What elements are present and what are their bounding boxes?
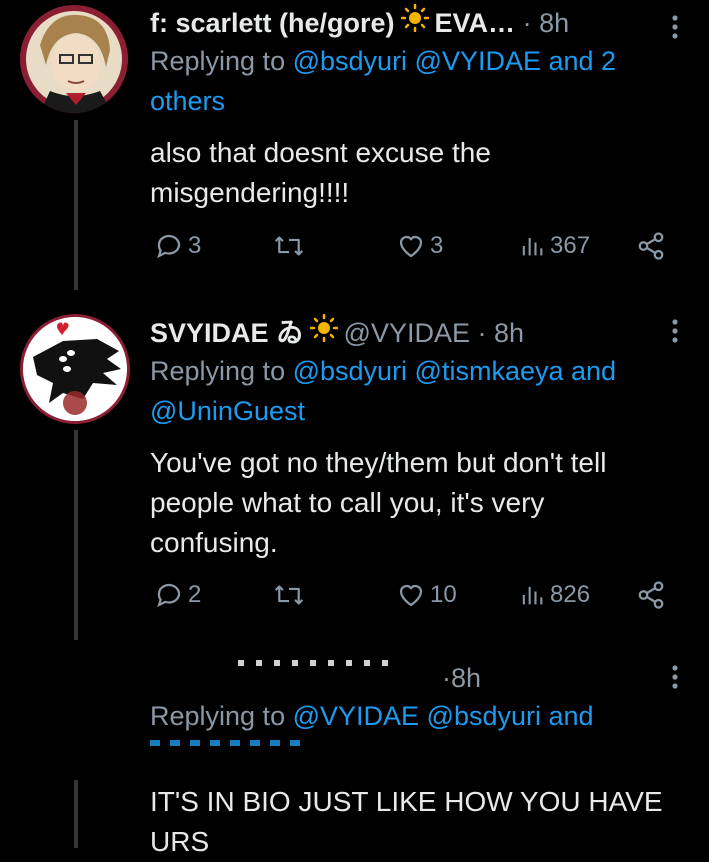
tweet-header: SVYIDAE ゐ @VYIDAE · 8h	[150, 313, 679, 351]
replying-prefix: Replying to	[150, 46, 286, 76]
like-button[interactable]: 3	[396, 231, 443, 261]
sun-emoji-icon	[400, 3, 429, 41]
avatar[interactable]	[20, 5, 128, 113]
view-count: 826	[550, 581, 591, 608]
replying-to: Replying to @VYIDAE @bsdyuri and	[150, 696, 679, 736]
retweet-button[interactable]	[272, 231, 306, 261]
replying-to: Replying to @bsdyuri @tismkaeya and @Uni…	[150, 351, 679, 431]
separator-dot: ·	[515, 7, 540, 38]
tweet-text-line: misgendering!!!!	[150, 177, 350, 208]
reply-button[interactable]: 2	[154, 580, 201, 610]
reply-count: 2	[188, 581, 202, 608]
reply-button[interactable]: 3	[154, 231, 201, 261]
tweet-text-line: people what to call you, it's very	[150, 487, 545, 518]
reply-mentions[interactable]: @bsdyuri @VYIDAE and 2	[293, 46, 616, 76]
sun-emoji-icon	[309, 313, 338, 351]
tweet-text-line: confusing.	[150, 527, 278, 558]
heart-icon	[399, 584, 423, 607]
tweet-text-line: also that doesnt excuse the	[150, 137, 491, 168]
timestamp[interactable]: 8h	[451, 660, 481, 696]
display-name-suffix[interactable]: EVA…	[435, 5, 516, 41]
retweet-icon	[274, 236, 304, 256]
tweet-text: You've got no they/them but don't tell p…	[150, 443, 679, 563]
tweet[interactable]: SVYIDAE ゐ @VYIDAE · 8h Replying to @bsdy…	[0, 300, 709, 650]
replying-to: Replying to @bsdyuri @VYIDAE and 2 other…	[150, 41, 679, 121]
tweet-header: f: scarlett (he/gore) EVA… · 8h	[150, 3, 679, 41]
tweet-text: also that doesnt excuse the misgendering…	[150, 133, 679, 213]
tweet[interactable]: f: scarlett (he/gore) EVA… · 8h Replying…	[0, 0, 709, 300]
display-name-glyph: ゐ	[276, 317, 304, 348]
share-button[interactable]	[636, 580, 666, 610]
share-icon	[638, 232, 664, 260]
avatar[interactable]	[20, 314, 130, 424]
reply-icon	[157, 583, 181, 608]
views-button[interactable]: 367	[518, 231, 590, 261]
reply-mentions-more[interactable]: @UninGuest	[150, 396, 305, 426]
replying-prefix: Replying to	[150, 356, 286, 386]
tweet-actions: 3 3 367	[150, 231, 670, 271]
redacted-line-fragment	[150, 740, 310, 746]
reply-icon	[157, 234, 181, 259]
more-options-icon[interactable]	[671, 14, 679, 44]
share-icon	[638, 581, 664, 609]
tweet[interactable]: · 8h Replying to @VYIDAE @bsdyuri and IT…	[0, 650, 709, 857]
like-count: 3	[430, 232, 444, 259]
tweet-text-line: You've got no they/them but don't tell	[150, 447, 607, 478]
tweet-text-line: URS	[150, 826, 210, 857]
reply-mentions[interactable]: @VYIDAE @bsdyuri and	[293, 701, 594, 731]
retweet-icon	[274, 585, 304, 605]
reply-mentions[interactable]: @bsdyuri @tismkaeya and	[293, 356, 616, 386]
tweet-text: IT'S IN BIO JUST LIKE HOW YOU HAVE URS	[150, 782, 679, 862]
reply-count: 3	[188, 232, 202, 259]
like-button[interactable]: 10	[396, 580, 457, 610]
user-handle[interactable]: @VYIDAE	[344, 315, 470, 351]
views-button[interactable]: 826	[518, 580, 590, 610]
timestamp[interactable]: 8h	[494, 315, 524, 351]
display-name[interactable]: f: scarlett (he/gore)	[150, 5, 395, 41]
tweet-header: · 8h	[150, 660, 679, 696]
tweet-text-line: IT'S IN BIO JUST LIKE HOW YOU HAVE	[150, 786, 663, 817]
separator-dot: ·	[470, 317, 494, 348]
views-chart-icon	[522, 237, 543, 256]
timestamp[interactable]: 8h	[539, 5, 569, 41]
more-options-icon[interactable]	[671, 664, 679, 694]
wolf-avatar-image	[23, 317, 127, 421]
separator-dot: ·	[442, 663, 451, 693]
heart-icon	[399, 235, 423, 258]
reply-mentions-more[interactable]: others	[150, 86, 225, 116]
share-button[interactable]	[636, 231, 666, 261]
view-count: 367	[550, 232, 591, 259]
replying-prefix: Replying to	[150, 701, 286, 731]
tweet-actions: 2 10 826	[150, 580, 670, 620]
anime-avatar-image	[20, 5, 128, 113]
display-name[interactable]: SVYIDAE	[150, 315, 269, 351]
views-chart-icon	[522, 586, 543, 605]
retweet-button[interactable]	[272, 580, 306, 610]
more-options-icon[interactable]	[671, 318, 679, 348]
like-count: 10	[430, 581, 457, 608]
